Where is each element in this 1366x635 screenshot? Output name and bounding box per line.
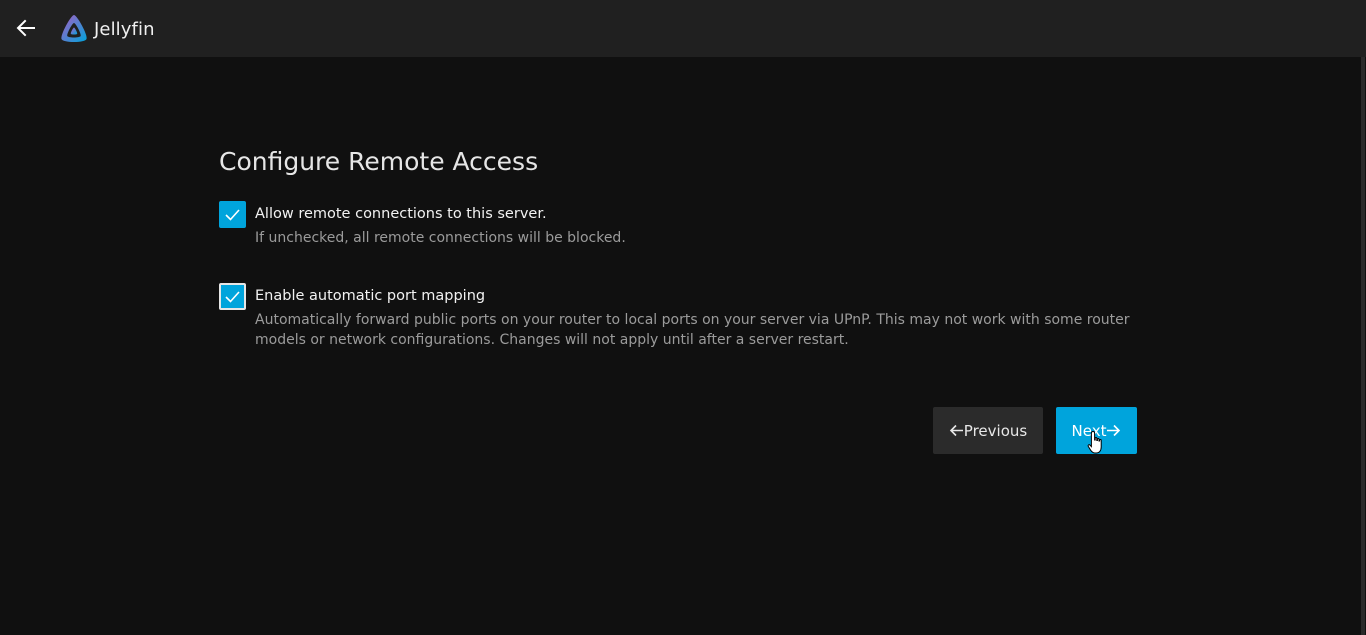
next-button-label: Next: [1071, 421, 1107, 440]
next-button[interactable]: Next: [1056, 407, 1137, 454]
app-header: Jellyfin: [0, 0, 1366, 57]
allow-remote-description: If unchecked, all remote connections wil…: [255, 230, 626, 246]
app-name: Jellyfin: [94, 18, 155, 40]
arrow-left-icon: [16, 19, 35, 37]
port-mapping-description: Automatically forward public ports on yo…: [255, 312, 1130, 348]
scrollbar[interactable]: [1360, 57, 1366, 635]
port-mapping-option: Enable automatic port mapping Automatica…: [219, 283, 1135, 350]
previous-button[interactable]: Previous: [933, 407, 1043, 454]
allow-remote-option: Allow remote connections to this server.…: [219, 201, 1135, 248]
port-mapping-label[interactable]: Enable automatic port mapping: [255, 283, 1135, 309]
remote-access-form: Configure Remote Access Allow remote con…: [219, 143, 1137, 454]
arrow-left-icon: [949, 423, 964, 438]
checkmark-icon: [225, 291, 240, 303]
allow-remote-checkbox[interactable]: [219, 201, 246, 228]
jellyfin-logo-icon: [61, 15, 87, 42]
arrow-right-icon: [1106, 423, 1121, 438]
scrollbar-thumb[interactable]: [1361, 57, 1365, 635]
previous-button-label: Previous: [963, 421, 1028, 440]
allow-remote-label[interactable]: Allow remote connections to this server.: [255, 201, 1135, 227]
port-mapping-checkbox[interactable]: [219, 283, 246, 310]
checkmark-icon: [225, 209, 240, 221]
back-button[interactable]: [10, 12, 42, 44]
page-title: Configure Remote Access: [219, 147, 539, 176]
app-logo[interactable]: Jellyfin: [58, 13, 155, 45]
